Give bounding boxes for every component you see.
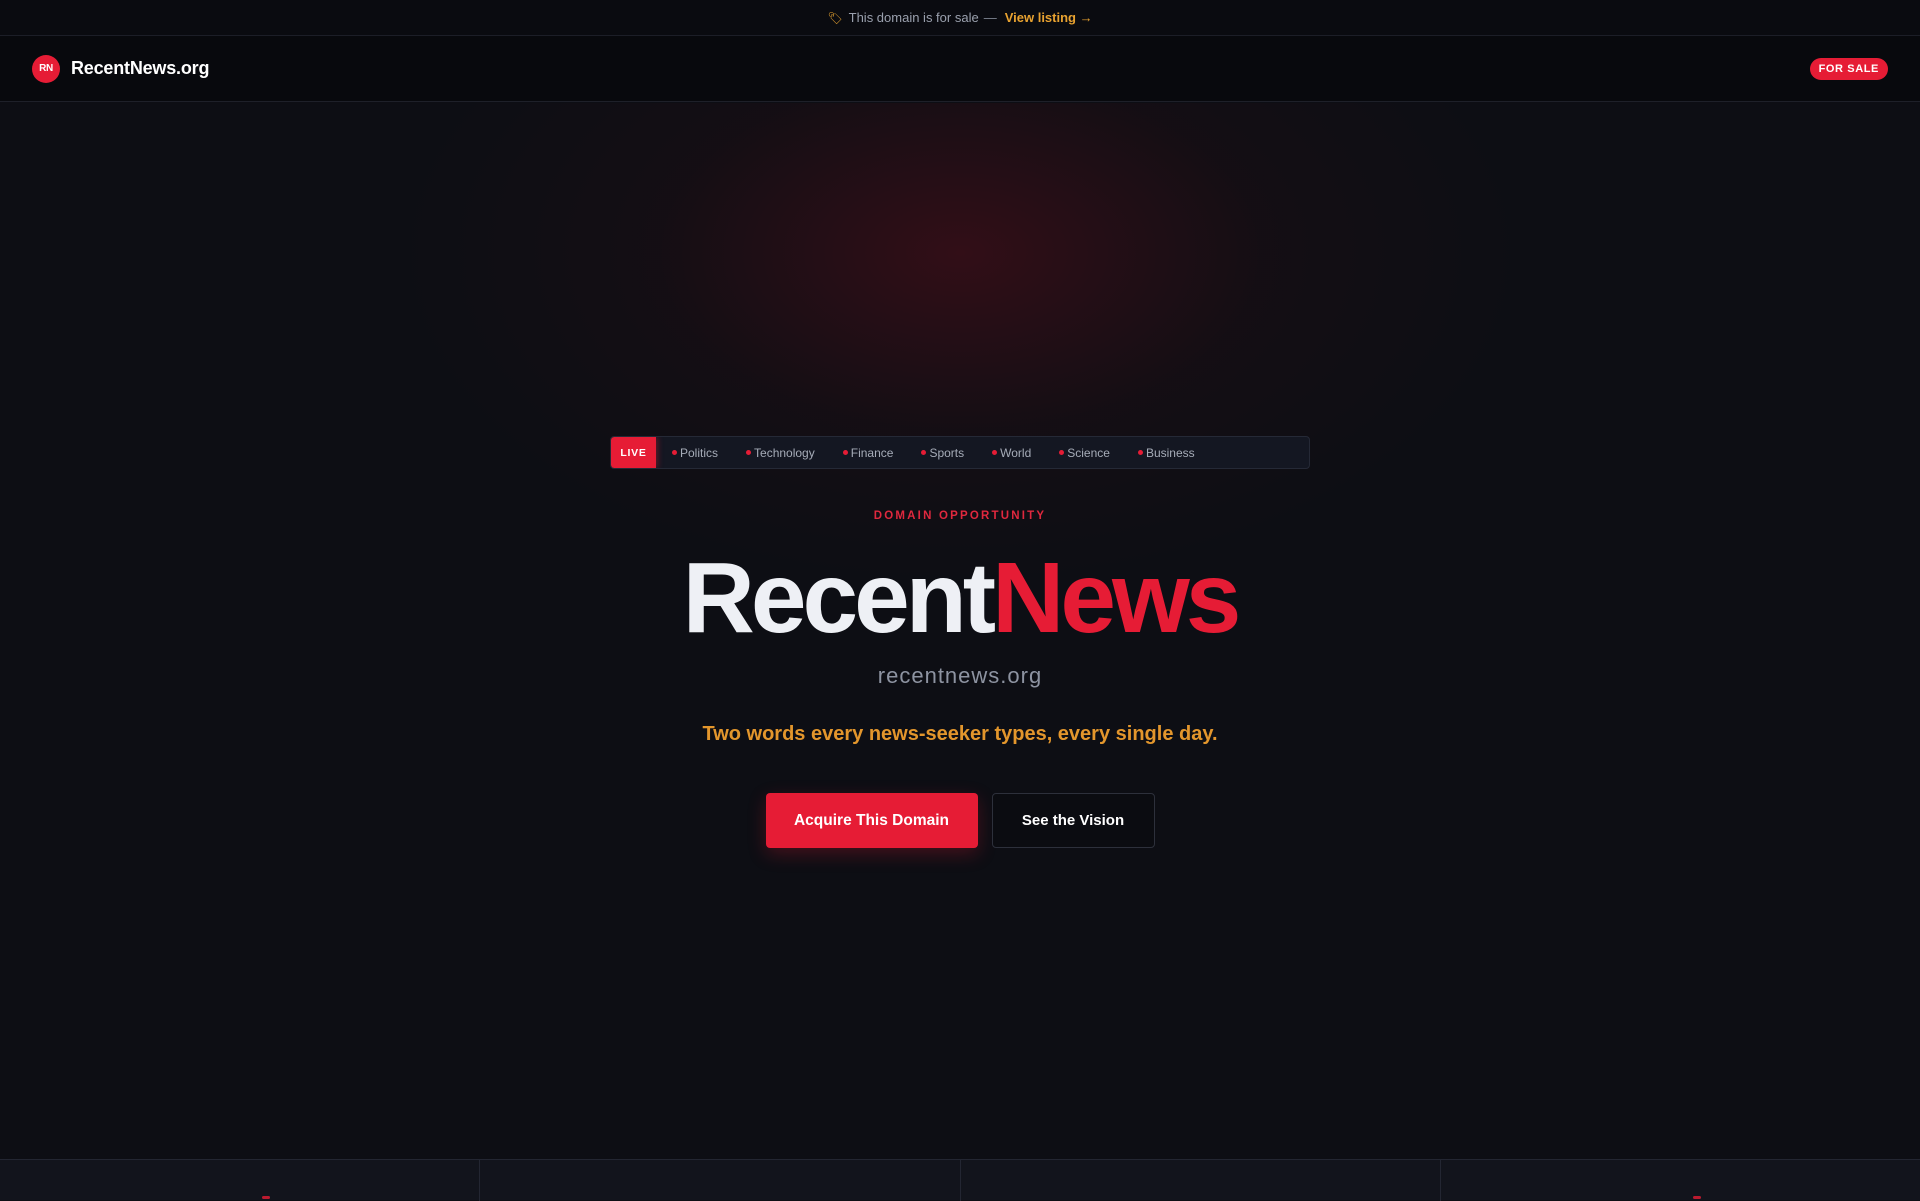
ticker-item-politics: Politics	[672, 446, 718, 460]
site-header: RN RecentNews.org FOR SALE	[0, 36, 1920, 102]
eyebrow-label: DOMAIN OPPORTUNITY	[873, 510, 1047, 522]
acquire-domain-button[interactable]: Acquire This Domain	[765, 793, 978, 848]
bullet-dot-icon	[1059, 450, 1065, 455]
hero-headline: RecentNews	[0, 543, 1920, 653]
announcement-bar: 🏷 This domain is for sale — View listing…	[0, 0, 1920, 36]
ticker-item-label: Sports	[929, 445, 965, 460]
ticker-item-label: Business	[1145, 445, 1195, 460]
stat-cell	[1441, 1160, 1920, 1201]
ticker-item-finance: Finance	[842, 445, 894, 460]
news-ticker: LIVE Politics Technology Finance Sports …	[610, 436, 1310, 469]
brand[interactable]: RN RecentNews.org	[32, 54, 210, 83]
ticker-item-label: Science	[1067, 445, 1110, 460]
view-listing-link[interactable]: View listing →	[1005, 10, 1093, 25]
ticker-item-world: World	[992, 446, 1031, 460]
announcement-text: This domain is for sale	[848, 10, 979, 25]
stat-cell	[480, 1160, 961, 1201]
cta-row: Acquire This Domain See the Vision	[0, 793, 1920, 848]
ticker-item-label: World	[1000, 445, 1032, 460]
bullet-dot-icon	[992, 450, 998, 455]
brand-logo: RN	[32, 54, 60, 83]
ticker-item-label: Technology	[754, 445, 815, 460]
ticker-item-business: Business	[1137, 445, 1195, 460]
hero-tagline: Two words every news-seeker types, every…	[702, 723, 1218, 745]
live-badge: LIVE	[611, 437, 656, 468]
price-tag-icon: 🏷	[827, 10, 843, 25]
bullet-dot-icon	[842, 450, 848, 455]
hero-section: LIVE Politics Technology Finance Sports …	[0, 103, 1920, 1159]
stat-cell	[0, 1160, 481, 1201]
bullet-dot-icon	[746, 450, 752, 455]
ticker-item-label: Politics	[680, 445, 719, 460]
headline-word-news: News	[992, 542, 1241, 654]
bullet-dot-icon	[921, 450, 927, 455]
ticker-item-label: Finance	[850, 445, 894, 460]
ticker-item-science: Science	[1059, 446, 1110, 460]
for-sale-badge: FOR SALE	[1809, 57, 1888, 80]
see-vision-button[interactable]: See the Vision	[991, 793, 1155, 848]
bullet-dot-icon	[672, 450, 677, 455]
stat-cell	[961, 1160, 1441, 1201]
stat-accent-icon	[262, 1196, 270, 1199]
stat-accent-icon	[1692, 1196, 1701, 1199]
headline-word-recent: Recent	[682, 542, 996, 654]
domain-name: recentnews.org	[877, 663, 1043, 688]
announcement-separator: —	[983, 10, 997, 25]
brand-name: RecentNews.org	[71, 58, 210, 78]
ticker-item-technology: Technology	[746, 446, 815, 460]
stats-strip	[0, 1159, 1920, 1201]
bullet-dot-icon	[1137, 450, 1143, 455]
ticker-items: Politics Technology Finance Sports World…	[656, 446, 1223, 460]
ticker-item-sports: Sports	[921, 446, 964, 460]
